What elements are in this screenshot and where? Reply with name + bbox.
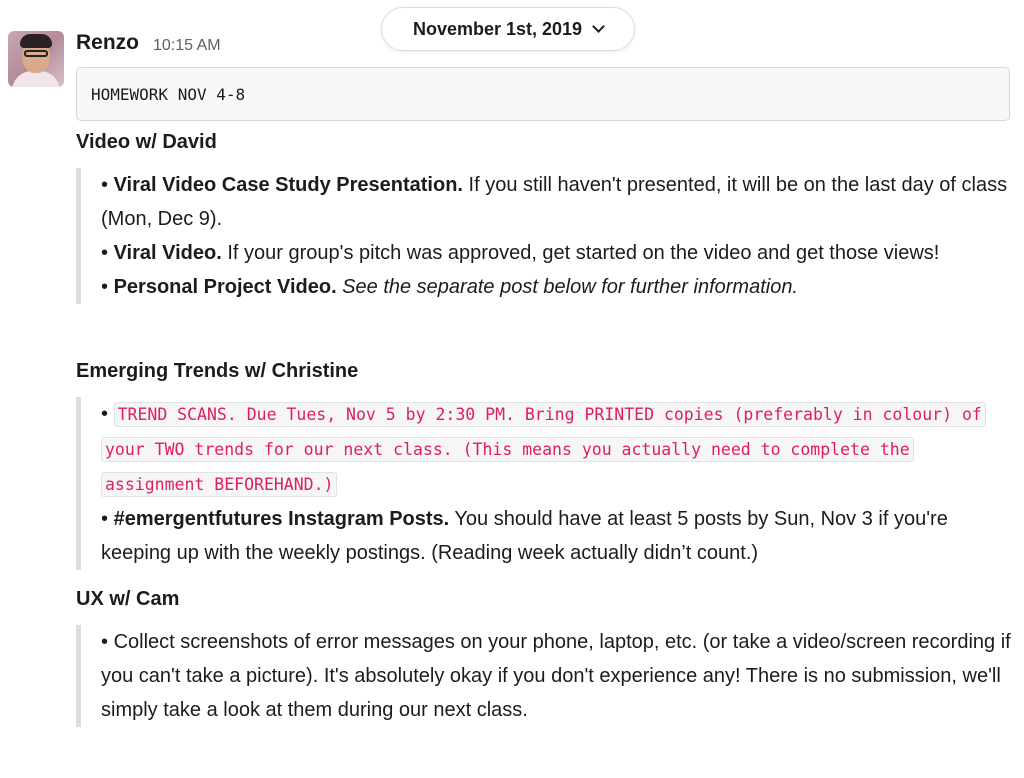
list-item: • TREND SCANS. Due Tues, Nov 5 by 2:30 P… [101,397,1016,502]
date-divider-label: November 1st, 2019 [412,18,583,39]
section-title-video: Video w/ David [76,131,217,153]
blockquote-emerging-trends: • TREND SCANS. Due Tues, Nov 5 by 2:30 P… [76,397,1016,570]
avatar[interactable] [8,31,64,87]
list-item: • Personal Project Video. See the separa… [101,276,798,298]
date-divider-button[interactable]: November 1st, 2019 [381,7,635,51]
list-item: • #emergentfutures Instagram Posts. You … [101,508,948,564]
list-item: • Collect screenshots of error messages … [101,631,1011,721]
inline-code: TREND SCANS. Due Tues, Nov 5 by 2:30 PM.… [101,402,986,497]
list-item: • Viral Video Case Study Presentation. I… [101,174,1008,230]
message-timestamp[interactable]: 10:15 AM [153,37,221,55]
blockquote-video: • Viral Video Case Study Presentation. I… [76,168,1016,304]
blockquote-ux: • Collect screenshots of error messages … [76,625,1016,727]
chevron-down-icon [592,20,605,33]
code-block: HOMEWORK NOV 4-8 [76,67,1010,121]
sender-name[interactable]: Renzo [76,31,139,55]
section-title-emerging-trends: Emerging Trends w/ Christine [76,360,359,382]
section-title-ux: UX w/ Cam [76,588,180,610]
list-item: • Viral Video. If your group's pitch was… [101,242,940,264]
